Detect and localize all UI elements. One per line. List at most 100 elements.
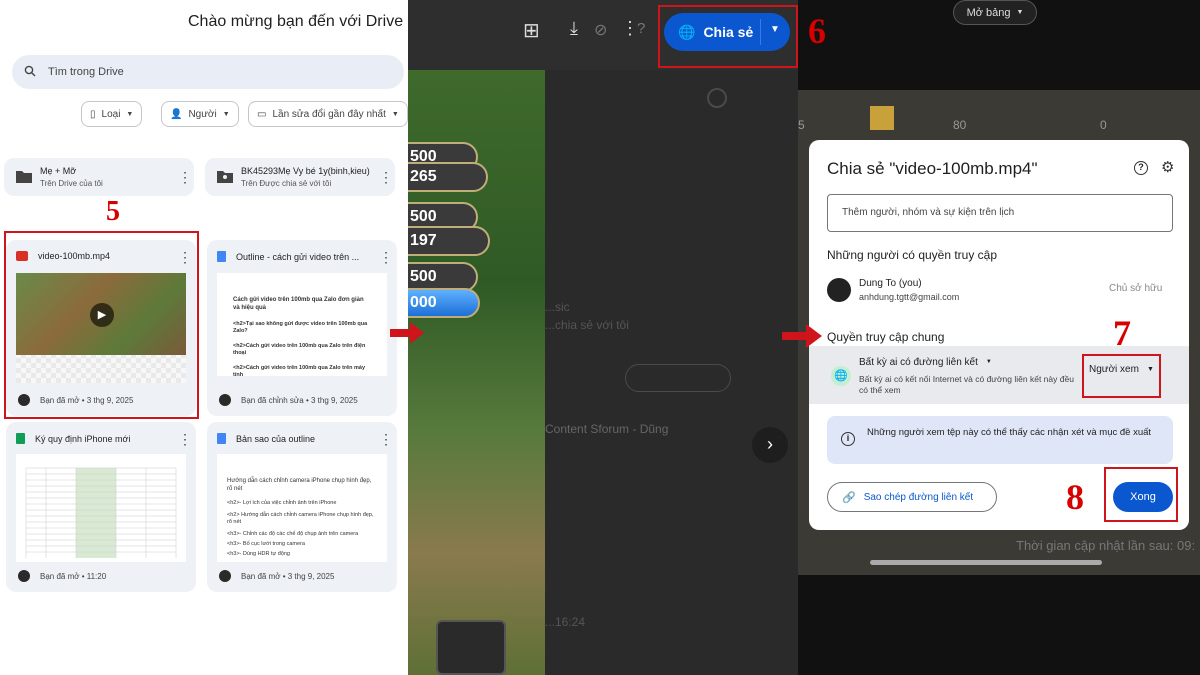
link-icon: 🔗 [842,491,856,504]
filter-type-chip[interactable]: ▯ Loại ▼ [81,101,143,127]
drive-search-bar[interactable]: Tìm trong Drive [12,55,404,89]
filter-people-chip[interactable]: 👤 Người ▼ [161,101,239,127]
access-option-dropdown[interactable]: Bất kỳ ai có đường liên kết ▼ [859,357,992,368]
share-dialog-panel: Mở bảng ▼ 80 0 5 Thời gian cập nhật lần s… [798,0,1200,675]
preview-line: <h2>- Lợi ích của việc chỉnh ảnh trên iP… [227,499,337,506]
game-button [436,620,506,675]
arrow-right-icon [390,322,424,344]
file-icon: ▯ [90,108,96,120]
more-options-icon[interactable]: ⋮ [379,432,393,446]
preview-line: <h2>Cách gửi video trên 100mb qua Zalo t… [233,365,366,376]
step-5-label: 5 [106,196,120,227]
ghost-text: ...16:24 [545,615,586,629]
more-options-icon[interactable]: ⋮ [178,170,192,184]
file-activity: Bạn đã mở • 3 thg 9, 2025 [219,570,334,582]
access-option-label: Bất kỳ ai có đường liên kết [859,357,978,368]
step-6-label: 6 [808,11,826,51]
activity-text: Bạn đã mở • 3 thg 9, 2025 [241,571,335,581]
chevron-right-icon[interactable]: › [752,427,788,463]
game-video-frame: 500 265 500 197 500 000 [408,70,545,675]
file-card-outline[interactable]: Outline - cách gửi video trên ... ⋮ Cách… [207,240,397,416]
caret-down-icon: ▼ [222,110,230,118]
calendar-icon: ▭ [257,108,267,120]
drive-home-panel: Chào mừng bạn đến với Drive Tìm trong Dr… [0,0,408,675]
file-card-copy[interactable]: Bản sao của outline ⋮ Hướng dẫn cách chỉ… [207,422,397,592]
file-card-header: Ký quy định iPhone mới [16,433,130,444]
offline-icon[interactable]: ⊘ [594,20,607,40]
preview-line: <h2> Hướng dẫn cách chỉnh camera iPhone … [227,511,374,525]
step-7-highlight [1082,354,1161,398]
folder-location: Trên Drive của tôi [40,179,103,188]
file-card-header: Bản sao của outline [217,433,315,444]
scrollbar[interactable] [870,560,1102,565]
copy-link-button[interactable]: 🔗 Sao chép đường liên kết [827,482,997,512]
caret-down-icon: ▼ [985,359,992,365]
folder-item[interactable]: Mẹ + Mỡ Trên Drive của tôi ⋮ [4,158,194,196]
add-people-input[interactable]: Thêm người, nhóm và sự kiện trên lịch [827,194,1173,232]
file-card-header: Outline - cách gửi video trên ... [217,251,359,262]
dialog-title: Chia sẻ "video-100mb.mp4" [827,159,1038,178]
folder-icon [16,171,32,183]
file-name: Outline - cách gửi video trên ... [236,251,360,262]
game-value: 000 [408,288,480,318]
ghost-text: ...chia sẻ với tôi [545,318,629,332]
user-role: Chủ sở hữu [1109,283,1163,294]
activity-text: Bạn đã mở • 11:20 [40,571,107,581]
user-avatar [827,278,851,302]
info-text: Những người xem tệp này có thể thấy các … [867,427,1152,438]
help-icon[interactable]: ? [637,20,645,37]
file-name: Ký quy định iPhone mới [35,433,131,444]
filter-modified-label: Lần sửa đổi gần đây nhất [272,108,386,120]
shared-folder-icon [217,171,233,183]
doc-icon [217,433,226,444]
search-icon [24,65,36,77]
filter-people-label: Người [188,108,217,120]
info-icon [707,88,727,108]
preview-line: Cách gửi video trên 100mb qua Zalo đơn g… [233,297,364,311]
game-value: 197 [408,226,490,256]
preview-line: <h2>Tại sao không gửi được video trên 10… [233,320,368,334]
doc-icon [217,251,226,262]
step-8-highlight [1104,467,1178,522]
more-options-icon[interactable]: ⋮ [379,170,393,184]
more-options-icon[interactable]: ⋮ [178,432,192,446]
file-card-sheet[interactable]: Ký quy định iPhone mới ⋮ Bạn đã mở • 11:… [6,422,196,592]
info-icon: i [841,432,855,446]
copy-link-label: Sao chép đường liên kết [863,491,974,503]
settings-icon[interactable]: ⚙ [1161,158,1174,176]
folder-location: Trên Được chia sẻ với tôi [241,179,332,188]
caret-down-icon: ▼ [391,110,399,118]
folder-item[interactable]: BK45293Mẹ Vy bé 1y(binh,kieu) Trên Được … [205,158,395,196]
sheet-icon [16,433,25,444]
step-8-label: 8 [1066,477,1084,517]
folder-name: BK45293Mẹ Vy bé 1y(binh,kieu) [241,166,370,176]
avatar [18,570,30,582]
doc-preview: Hướng dẫn cách chỉnh camera iPhone chụp … [217,454,387,562]
filter-modified-chip[interactable]: ▭ Lần sửa đổi gần đây nhất ▼ [248,101,408,127]
open-sheet-label: Mở bảng [966,6,1011,19]
avatar [219,570,231,582]
person-icon: 👤 [170,108,183,120]
download-icon[interactable]: ⤓ [570,18,578,39]
bg-number: 80 [953,118,967,132]
caret-down-icon: ▼ [126,110,134,118]
ghost-text: Content Sforum - Dũng [545,422,669,436]
folder-name: Mẹ + Mỡ [40,166,77,176]
bg-number: 0 [1100,118,1107,132]
user-name: Dung To (you) [859,278,922,289]
game-value: 265 [408,162,488,192]
help-icon[interactable]: ? [1134,161,1148,175]
search-placeholder: Tìm trong Drive [48,66,124,78]
add-comment-icon[interactable]: ⊞ [523,18,540,43]
activity-text: Bạn đã chỉnh sửa • 3 thg 9, 2025 [241,395,358,405]
welcome-heading: Chào mừng bạn đến với Drive [188,13,404,30]
avatar [219,394,231,406]
preview-line: <h3>- Dùng HDR tự động [227,551,290,558]
arrow-right-icon [782,324,822,348]
more-options-icon[interactable]: ⋮ [379,250,393,264]
open-sheet-button[interactable]: Mở bảng ▼ [953,0,1037,25]
ghost-text: ...sic [545,300,570,314]
bg-number: 5 [798,118,805,132]
video-viewer-panel: ⊞ ⤓ ⊘ ⋮ ? 🌐 Chia sẻ ▼ 500 265 500 197 50… [408,0,798,675]
people-access-heading: Những người có quyền truy cập [827,248,998,262]
